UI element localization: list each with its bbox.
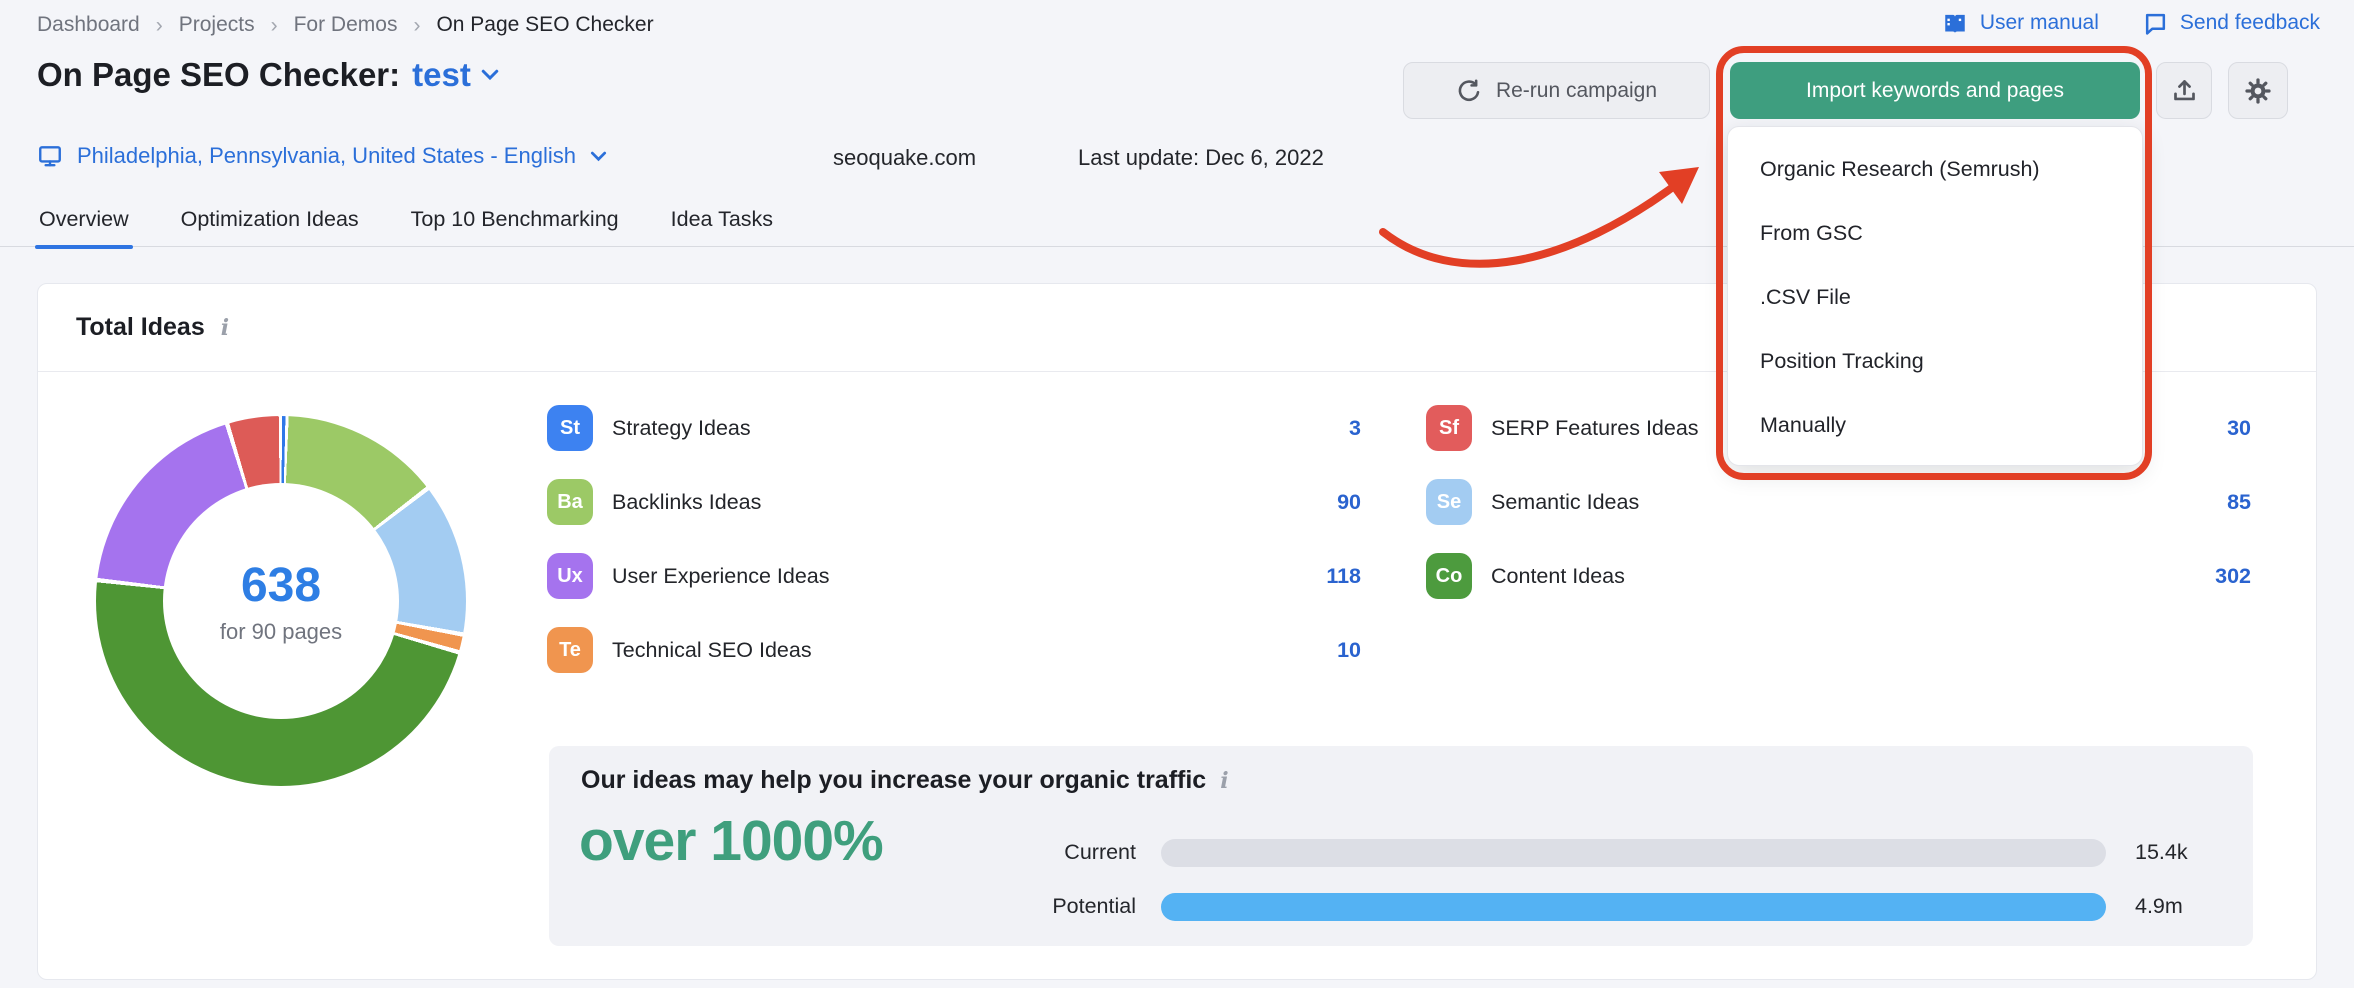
idea-row-content[interactable]: Co Content Ideas 302	[1426, 553, 2251, 599]
total-ideas-pages: for 90 pages	[220, 619, 342, 645]
idea-row-semantic[interactable]: Se Semantic Ideas 85	[1426, 479, 2251, 525]
total-ideas-donut-chart: 638 for 90 pages	[96, 416, 466, 786]
export-button[interactable]	[2156, 62, 2212, 119]
idea-label: Content Ideas	[1491, 564, 1625, 589]
settings-button[interactable]	[2228, 62, 2288, 119]
send-feedback-label: Send feedback	[2180, 11, 2320, 35]
current-traffic-bar	[1161, 839, 2106, 867]
send-feedback-link[interactable]: Send feedback	[2143, 11, 2320, 36]
idea-label: User Experience Ideas	[612, 564, 830, 589]
menu-item-position-tracking[interactable]: Position Tracking	[1728, 329, 2142, 393]
tab-idea-tasks[interactable]: Idea Tasks	[669, 203, 775, 247]
location-selector[interactable]: Philadelphia, Pennsylvania, United State…	[37, 143, 607, 169]
last-update-text: Last update: Dec 6, 2022	[1078, 145, 1324, 171]
idea-row-strategy[interactable]: St Strategy Ideas 3	[547, 405, 1361, 451]
potential-traffic-row: Potential 4.9m	[549, 892, 2253, 922]
current-value: 15.4k	[2135, 840, 2188, 865]
ux-badge: Ux	[547, 553, 593, 599]
technical-badge: Te	[547, 627, 593, 673]
chevron-right-icon: ›	[271, 14, 278, 38]
content-badge: Co	[1426, 553, 1472, 599]
current-traffic-row: Current 15.4k	[549, 838, 2253, 868]
menu-item-manually[interactable]: Manually	[1728, 393, 2142, 457]
campaign-domain: seoquake.com	[833, 145, 976, 171]
header-links: User manual Send feedback	[1942, 10, 2320, 36]
idea-label: SERP Features Ideas	[1491, 416, 1699, 441]
strategy-badge: St	[547, 405, 593, 451]
idea-value[interactable]: 302	[2215, 564, 2251, 589]
potential-traffic-bar	[1161, 893, 2106, 921]
import-keywords-button[interactable]: Import keywords and pages	[1730, 62, 2140, 119]
idea-value[interactable]: 90	[1337, 490, 1361, 515]
chevron-right-icon: ›	[156, 14, 163, 38]
refresh-icon	[1456, 78, 1482, 104]
chevron-down-icon	[481, 69, 499, 81]
idea-value[interactable]: 30	[2227, 416, 2251, 441]
breadcrumb-for-demos[interactable]: For Demos	[294, 13, 398, 37]
idea-row-technical-seo[interactable]: Te Technical SEO Ideas 10	[547, 627, 1361, 673]
organic-traffic-panel: Our ideas may help you increase your org…	[549, 746, 2253, 946]
user-manual-link[interactable]: User manual	[1942, 10, 2099, 36]
on-page-seo-checker-screen: Dashboard › Projects › For Demos › On Pa…	[0, 0, 2354, 988]
backlinks-badge: Ba	[547, 479, 593, 525]
menu-item-organic-research[interactable]: Organic Research (Semrush)	[1728, 137, 2142, 201]
idea-value[interactable]: 10	[1337, 638, 1361, 663]
potential-label: Potential	[986, 894, 1136, 919]
chevron-right-icon: ›	[413, 14, 420, 38]
breadcrumb-projects[interactable]: Projects	[179, 13, 255, 37]
rerun-campaign-label: Re-run campaign	[1496, 79, 1657, 103]
donut-center: 638 for 90 pages	[163, 483, 399, 719]
idea-row-backlinks[interactable]: Ba Backlinks Ideas 90	[547, 479, 1361, 525]
traffic-title: Our ideas may help you increase your org…	[581, 766, 1206, 795]
idea-label: Strategy Ideas	[612, 416, 751, 441]
traffic-title-row: Our ideas may help you increase your org…	[581, 766, 1229, 795]
menu-item-from-gsc[interactable]: From GSC	[1728, 201, 2142, 265]
idea-label: Semantic Ideas	[1491, 490, 1639, 515]
location-label: Philadelphia, Pennsylvania, United State…	[77, 143, 576, 169]
breadcrumb-dashboard[interactable]: Dashboard	[37, 13, 140, 37]
rerun-campaign-button[interactable]: Re-run campaign	[1403, 62, 1710, 119]
gear-icon	[2244, 77, 2272, 105]
serp-badge: Sf	[1426, 405, 1472, 451]
breadcrumb-current-page: On Page SEO Checker	[436, 13, 653, 37]
idea-value[interactable]: 85	[2227, 490, 2251, 515]
info-icon[interactable]: i	[1220, 768, 1228, 794]
page-title-row: On Page SEO Checker: test	[37, 56, 499, 94]
import-dropdown-menu: Organic Research (Semrush) From GSC .CSV…	[1727, 126, 2143, 466]
potential-value: 4.9m	[2135, 894, 2183, 919]
chevron-down-icon	[590, 151, 607, 162]
breadcrumb: Dashboard › Projects › For Demos › On Pa…	[37, 12, 654, 38]
campaign-name: test	[412, 56, 471, 94]
info-icon[interactable]: i	[221, 315, 229, 341]
device-monitor-icon	[37, 143, 63, 169]
tab-overview[interactable]: Overview	[37, 203, 131, 247]
book-icon	[1942, 10, 1968, 36]
page-title: On Page SEO Checker:	[37, 56, 400, 94]
idea-row-user-experience[interactable]: Ux User Experience Ideas 118	[547, 553, 1361, 599]
idea-label: Backlinks Ideas	[612, 490, 761, 515]
semantic-badge: Se	[1426, 479, 1472, 525]
idea-label: Technical SEO Ideas	[612, 638, 812, 663]
tab-optimization-ideas[interactable]: Optimization Ideas	[179, 203, 361, 247]
total-ideas-count: 638	[241, 558, 321, 613]
user-manual-label: User manual	[1980, 11, 2099, 35]
campaign-selector[interactable]: test	[412, 56, 499, 94]
import-keywords-label: Import keywords and pages	[1806, 79, 2064, 103]
tab-top10-benchmarking[interactable]: Top 10 Benchmarking	[409, 203, 621, 247]
idea-value[interactable]: 3	[1349, 416, 1361, 441]
menu-item-csv-file[interactable]: .CSV File	[1728, 265, 2142, 329]
feedback-bubble-icon	[2143, 11, 2168, 36]
idea-value[interactable]: 118	[1326, 564, 1361, 589]
current-label: Current	[986, 840, 1136, 865]
upload-icon	[2171, 77, 2198, 104]
card-title: Total Ideas	[76, 313, 205, 342]
